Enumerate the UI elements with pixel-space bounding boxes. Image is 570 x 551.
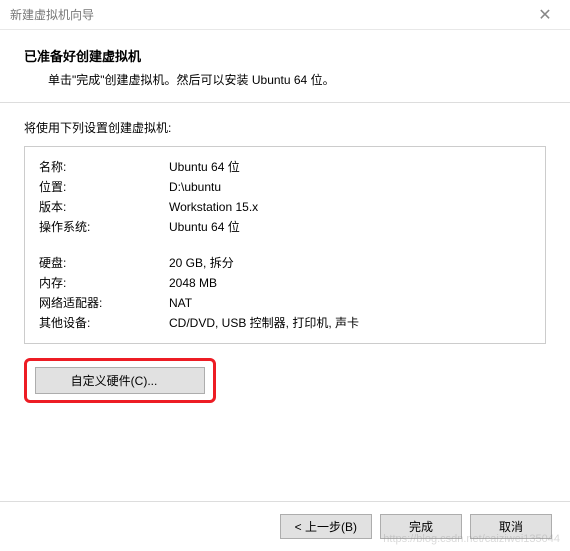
- label-name: 名称:: [39, 157, 169, 177]
- customize-hardware-button[interactable]: 自定义硬件(C)...: [35, 367, 205, 394]
- label-devices: 其他设备:: [39, 313, 169, 333]
- finish-button[interactable]: 完成: [380, 514, 462, 539]
- settings-row-name: 名称: Ubuntu 64 位: [39, 157, 531, 177]
- value-os: Ubuntu 64 位: [169, 217, 531, 237]
- wizard-footer: < 上一步(B) 完成 取消: [0, 501, 570, 551]
- settings-section-label: 将使用下列设置创建虚拟机:: [24, 119, 546, 136]
- value-location: D:\ubuntu: [169, 177, 531, 197]
- settings-row-devices: 其他设备: CD/DVD, USB 控制器, 打印机, 声卡: [39, 313, 531, 333]
- label-network: 网络适配器:: [39, 293, 169, 313]
- page-title: 已准备好创建虚拟机: [24, 46, 546, 65]
- highlight-annotation: 自定义硬件(C)...: [24, 358, 216, 403]
- close-icon: ✕: [538, 5, 551, 25]
- close-button[interactable]: ✕: [530, 0, 560, 30]
- settings-row-memory: 内存: 2048 MB: [39, 273, 531, 293]
- window-title: 新建虚拟机向导: [10, 6, 94, 23]
- label-version: 版本:: [39, 197, 169, 217]
- label-memory: 内存:: [39, 273, 169, 293]
- content-area: 将使用下列设置创建虚拟机: 名称: Ubuntu 64 位 位置: D:\ubu…: [0, 103, 570, 413]
- cancel-button[interactable]: 取消: [470, 514, 552, 539]
- value-devices: CD/DVD, USB 控制器, 打印机, 声卡: [169, 313, 531, 333]
- settings-summary-box: 名称: Ubuntu 64 位 位置: D:\ubuntu 版本: Workst…: [24, 146, 546, 344]
- titlebar: 新建虚拟机向导 ✕: [0, 0, 570, 30]
- settings-row-location: 位置: D:\ubuntu: [39, 177, 531, 197]
- value-name: Ubuntu 64 位: [169, 157, 531, 177]
- label-disk: 硬盘:: [39, 253, 169, 273]
- label-os: 操作系统:: [39, 217, 169, 237]
- wizard-header: 已准备好创建虚拟机 单击"完成"创建虚拟机。然后可以安装 Ubuntu 64 位…: [0, 30, 570, 102]
- settings-row-network: 网络适配器: NAT: [39, 293, 531, 313]
- value-disk: 20 GB, 拆分: [169, 253, 531, 273]
- value-network: NAT: [169, 293, 531, 313]
- settings-row-version: 版本: Workstation 15.x: [39, 197, 531, 217]
- value-memory: 2048 MB: [169, 273, 531, 293]
- page-subtitle: 单击"完成"创建虚拟机。然后可以安装 Ubuntu 64 位。: [24, 71, 546, 88]
- settings-row-disk: 硬盘: 20 GB, 拆分: [39, 253, 531, 273]
- value-version: Workstation 15.x: [169, 197, 531, 217]
- settings-row-os: 操作系统: Ubuntu 64 位: [39, 217, 531, 237]
- label-location: 位置:: [39, 177, 169, 197]
- back-button[interactable]: < 上一步(B): [280, 514, 372, 539]
